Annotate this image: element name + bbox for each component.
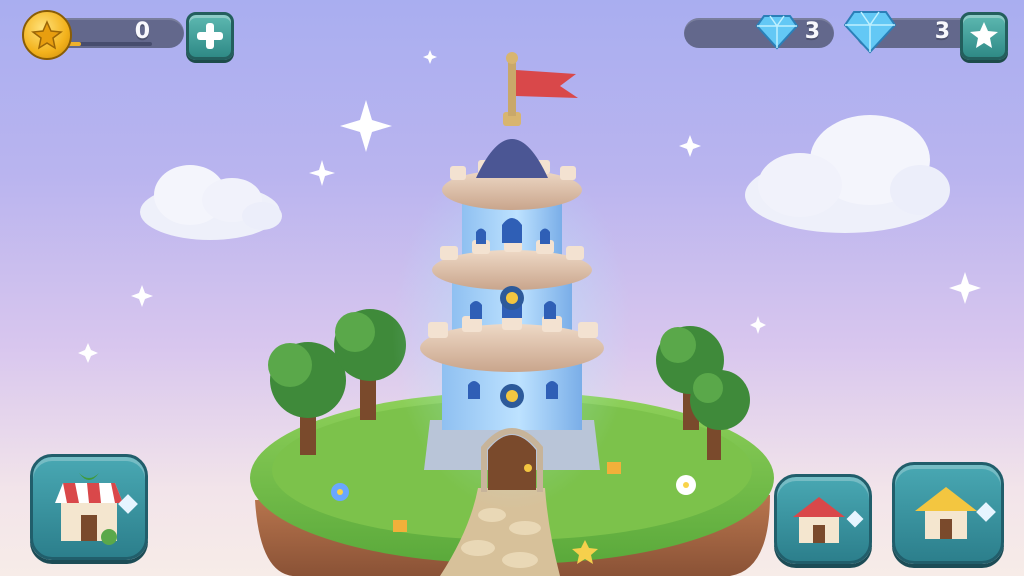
market-stall-icon (55, 473, 123, 545)
plus-icon (197, 23, 223, 49)
favorites-button[interactable] (960, 12, 1008, 60)
diamond-icon (844, 11, 896, 54)
red-roof-house-icon (793, 497, 845, 543)
star-icon (970, 22, 998, 48)
diamond-icon (756, 15, 798, 50)
gem-count-small: 3 (804, 19, 820, 44)
add-coins-button[interactable] (186, 12, 234, 60)
hut-button[interactable] (892, 462, 1004, 564)
coin-count: 0 (134, 19, 150, 44)
house-button[interactable] (774, 474, 872, 564)
gem-count-large: 3 (934, 19, 950, 44)
yellow-roof-hut-icon (915, 487, 977, 539)
cloud-left (140, 165, 282, 240)
diamond-badge-icon (846, 510, 864, 528)
gold-star-coin-icon (22, 10, 72, 60)
castle-tower (420, 52, 604, 492)
cloud-right (745, 115, 950, 233)
game-screen: 0 3 3 (0, 0, 1024, 576)
shop-button[interactable] (30, 454, 148, 560)
